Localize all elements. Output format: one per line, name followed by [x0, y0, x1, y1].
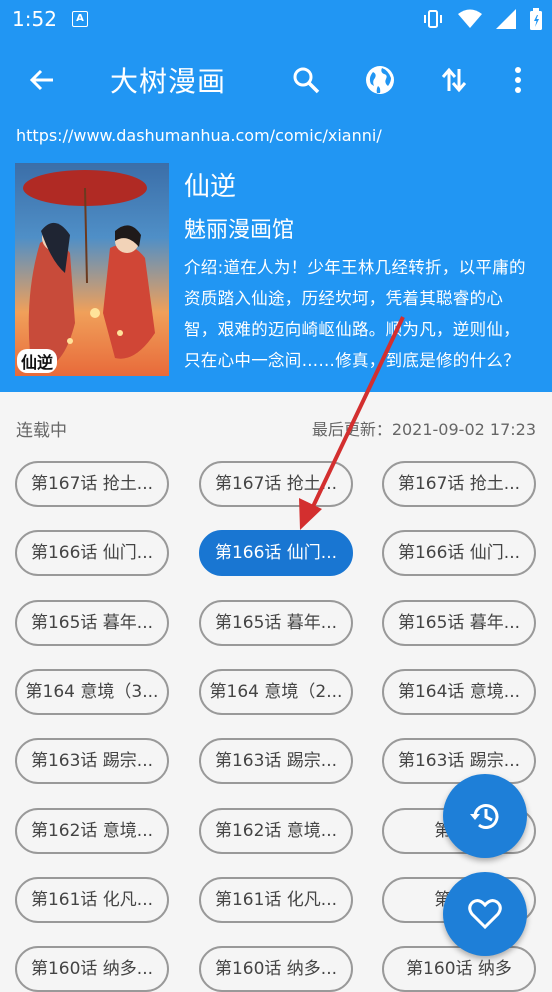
chapter-chip[interactable]: 第164 意境（2... — [199, 669, 353, 715]
chapter-chip[interactable]: 第163话 踢宗... — [199, 738, 353, 784]
chapter-chip[interactable]: 第166话 仙门... — [199, 530, 353, 576]
chapter-chip[interactable]: 第164 意境（3... — [15, 669, 169, 715]
chapter-chip[interactable]: 第162话 意境... — [199, 808, 353, 854]
cover-art — [23, 170, 155, 368]
vibrate-icon — [424, 10, 442, 28]
heart-outline-icon — [468, 899, 502, 930]
header: 1:52 A 大树漫画 https://www.dashumanhua.com/… — [0, 0, 552, 392]
comic-cover[interactable]: 仙逆 — [15, 163, 169, 376]
chapter-chip[interactable]: 第160话 纳多 — [382, 946, 536, 992]
chapter-chip[interactable]: 第162话 意境... — [15, 808, 169, 854]
status-time: 1:52 — [12, 7, 57, 31]
more-button[interactable] — [498, 60, 538, 100]
wifi-icon — [458, 9, 482, 28]
history-fab[interactable] — [443, 774, 527, 858]
chapter-chip[interactable]: 第167话 抢土... — [15, 461, 169, 507]
chapter-meta: 连载中 最后更新：2021-09-02 17:23 — [0, 408, 552, 444]
chapter-chip[interactable]: 第167话 抢土... — [382, 461, 536, 507]
browser-button[interactable] — [360, 60, 400, 100]
chapter-chip[interactable]: 第166话 仙门... — [382, 530, 536, 576]
comic-source: 魅丽漫画馆 — [184, 218, 295, 243]
search-icon — [293, 67, 320, 94]
chapter-chip[interactable]: 第163话 踢宗... — [15, 738, 169, 784]
sort-button[interactable] — [434, 60, 474, 100]
chapter-chip[interactable]: 第161话 化凡... — [15, 877, 169, 923]
chapter-chip[interactable]: 第166话 仙门... — [15, 530, 169, 576]
search-button[interactable] — [286, 60, 326, 100]
comic-title: 仙逆 — [184, 172, 237, 202]
last-update: 最后更新：2021-09-02 17:23 — [311, 420, 536, 439]
chapter-chip[interactable]: 第160话 纳多... — [199, 946, 353, 992]
cover-title-text: 仙逆 — [17, 349, 58, 373]
chapter-chip[interactable]: 第163话 踢宗... — [382, 738, 536, 784]
more-vert-icon — [515, 67, 521, 93]
favorite-fab[interactable] — [443, 872, 527, 956]
chapter-chip[interactable]: 第164话 意境... — [382, 669, 536, 715]
app-notification-icon: A — [72, 11, 88, 27]
chapter-chip[interactable]: 第165话 暮年... — [15, 600, 169, 646]
chapter-chip[interactable]: 第160话 纳多... — [15, 946, 169, 992]
chapter-chip[interactable]: 第167话 抢土... — [199, 461, 353, 507]
battery-icon — [530, 8, 542, 30]
globe-icon — [366, 66, 394, 94]
comic-url[interactable]: https://www.dashumanhua.com/comic/xianni… — [16, 126, 382, 145]
history-icon — [470, 804, 499, 829]
swap-vert-icon — [441, 67, 467, 93]
chapter-chip[interactable]: 第165话 暮年... — [382, 600, 536, 646]
app-title: 大树漫画 — [110, 65, 227, 98]
chapter-chip[interactable]: 第161话 化凡... — [199, 877, 353, 923]
comic-description: 介绍:道在人为！少年王林几经转折，以平庸的资质踏入仙途，历经坎坷，凭着其聪睿的心… — [184, 258, 526, 370]
app-bar: 大树漫画 — [0, 40, 552, 120]
status-bar: 1:52 A — [0, 0, 552, 40]
chapter-chip[interactable]: 第165话 暮年... — [199, 600, 353, 646]
serial-status: 连载中 — [16, 421, 67, 441]
arrow-back-icon — [29, 69, 53, 91]
signal-icon — [496, 9, 516, 29]
status-icons — [422, 8, 542, 30]
back-button[interactable] — [22, 60, 62, 100]
